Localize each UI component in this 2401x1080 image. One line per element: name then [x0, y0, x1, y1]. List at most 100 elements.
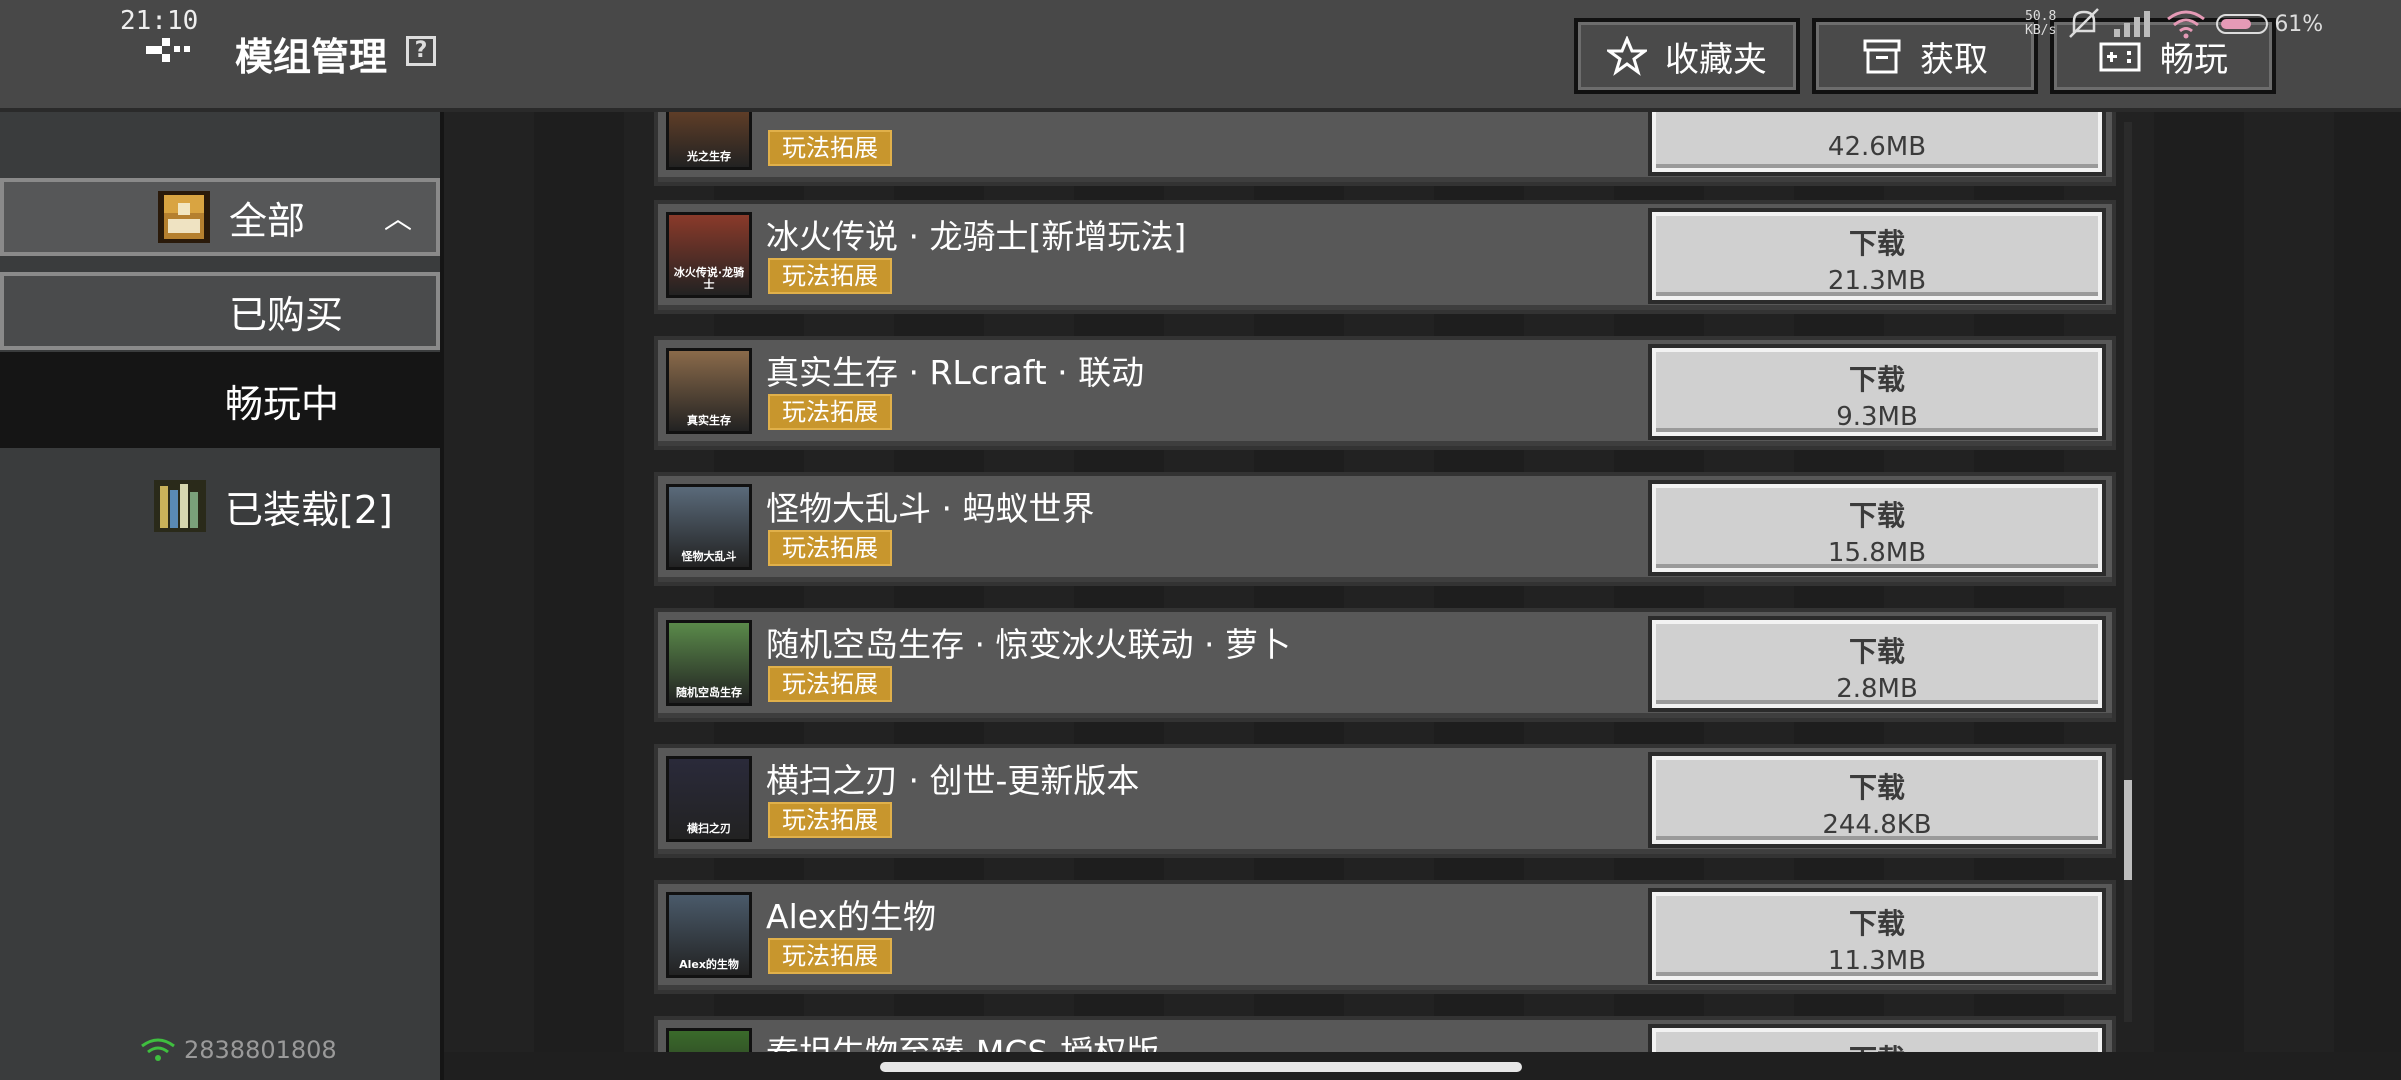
mod-name: 冰火传说 · 龙骑士[新增玩法] — [766, 217, 1187, 256]
user-id-text: 2838801808 — [184, 1036, 337, 1064]
get-button[interactable]: 获取 — [1812, 18, 2038, 94]
sidebar-item-label: 已购买 — [229, 292, 344, 337]
download-button[interactable]: 下载 244.8KB — [1648, 752, 2106, 848]
category-tag: 玩法拓展 — [768, 130, 892, 166]
file-size: 2.8MB — [1836, 674, 1918, 704]
battery-text: 61% — [2274, 11, 2324, 37]
category-tag: 玩法拓展 — [768, 258, 892, 294]
mod-list[interactable]: 光之生存光之生存·纽带与超巨玩法拓展42.6MB冰火传说·龙骑士冰火传说 · 龙… — [654, 112, 2116, 1052]
mod-thumbnail: 泰坦生物至臻 — [666, 1028, 752, 1052]
download-button[interactable]: 下载 2.8MB — [1648, 616, 2106, 712]
mod-thumbnail-caption: 怪物大乱斗 — [681, 550, 737, 563]
file-size: 9.3MB — [1836, 402, 1918, 432]
mod-thumbnail-caption: 冰火传说·龙骑士 — [673, 266, 745, 291]
back-arrow-icon — [146, 38, 190, 62]
battery-icon — [2216, 14, 2269, 34]
user-id: 2838801808 — [140, 1036, 337, 1064]
wifi-icon — [141, 1038, 175, 1061]
question-box-icon[interactable]: ? — [406, 36, 436, 66]
get-label: 获取 — [1920, 39, 1988, 80]
battery: 61% — [2216, 12, 2323, 37]
sidebar-item-playing[interactable]: 畅玩中 — [0, 352, 440, 448]
scrollbar-track[interactable] — [2124, 122, 2132, 1022]
download-button[interactable]: 下载 11.3MB — [1648, 888, 2106, 984]
download-button[interactable]: 下载 21.3MB — [1648, 208, 2106, 304]
wifi-icon — [2167, 10, 2206, 39]
net-speed: 50.8 KB/s — [2025, 10, 2056, 38]
mod-thumbnail: 横扫之刃 — [666, 756, 752, 842]
mod-thumbnail-caption: 光之生存 — [687, 150, 731, 163]
download-label: 下载 — [1848, 635, 1905, 668]
file-size: 42.6MB — [1827, 132, 1927, 162]
scrollbar-thumb[interactable] — [2124, 780, 2132, 880]
mod-card[interactable]: 横扫之刃 横扫之刃 · 创世-更新版本 玩法拓展 下载 244.8KB — [654, 744, 2116, 858]
mod-thumbnail: Alex的生物 — [666, 892, 752, 978]
mod-thumbnail: 冰火传说·龙骑士 — [666, 212, 752, 298]
category-tag: 玩法拓展 — [768, 394, 892, 430]
top-bar: 21:10 模组管理 ? 收藏夹 获取 畅玩 50.8 KB/s 61% — [0, 0, 2401, 112]
page-title: 模组管理 — [235, 35, 388, 79]
sidebar-item-all[interactable]: 全部 ︿ — [0, 178, 440, 256]
download-label: 下载 — [1848, 227, 1905, 260]
sidebar-item-label: 畅玩中 — [225, 381, 340, 426]
back-button[interactable] — [140, 28, 200, 74]
download-label: 下载 — [1652, 1038, 2102, 1052]
mod-card[interactable]: 真实生存 真实生存 · RLcraft · 联动 玩法拓展 下载 9.3MB — [654, 336, 2116, 450]
mod-thumbnail-caption: Alex的生物 — [679, 958, 739, 971]
category-tag: 玩法拓展 — [768, 530, 892, 566]
mod-list-panel: 光之生存光之生存·纽带与超巨玩法拓展42.6MB冰火传说·龙骑士冰火传说 · 龙… — [444, 112, 2401, 1052]
bookshelf-icon — [154, 480, 206, 532]
mod-name: 怪物大乱斗 · 蚂蚁世界 — [766, 489, 1095, 528]
mod-card[interactable]: 冰火传说·龙骑士 冰火传说 · 龙骑士[新增玩法] 玩法拓展 下载 21.3MB — [654, 200, 2116, 314]
mod-card[interactable]: 怪物大乱斗 怪物大乱斗 · 蚂蚁世界 玩法拓展 下载 15.8MB — [654, 472, 2116, 586]
sidebar-item-label: 已装载[2] — [225, 487, 393, 532]
mod-thumbnail-caption: 随机空岛生存 — [676, 686, 742, 699]
sidebar-item-loaded[interactable]: 已装载[2] — [0, 467, 440, 545]
mod-name: Alex的生物 — [766, 897, 936, 936]
status-bar-right: 50.8 KB/s 61% — [2025, 4, 2323, 44]
download-button[interactable]: 下载 — [1648, 1024, 2106, 1052]
favorites-label: 收藏夹 — [1665, 39, 1767, 80]
file-size: 15.8MB — [1827, 538, 1927, 568]
download-button[interactable]: 下载 15.8MB — [1648, 480, 2106, 576]
net-speed-value: 50.8 — [2025, 9, 2057, 24]
mod-name: 横扫之刃 · 创世-更新版本 — [766, 761, 1140, 800]
mod-card[interactable]: 随机空岛生存 随机空岛生存 · 惊变冰火联动 · 萝卜 玩法拓展 下载 2.8MB — [654, 608, 2116, 722]
mod-thumbnail: 怪物大乱斗 — [666, 484, 752, 570]
mod-card[interactable]: 泰坦生物至臻泰坦生物至臻-MCS-授权版 下载 — [654, 1016, 2116, 1052]
category-tag: 玩法拓展 — [768, 938, 892, 974]
mod-thumbnail-caption: 真实生存 — [687, 414, 731, 427]
download-label: 下载 — [1848, 771, 1905, 804]
mod-thumbnail: 随机空岛生存 — [666, 620, 752, 706]
mod-thumbnail-caption: 横扫之刃 — [687, 822, 731, 835]
signal-icon — [2114, 11, 2151, 37]
sidebar-item-bought[interactable]: 已购买 — [0, 272, 440, 350]
mod-card[interactable]: Alex的生物 Alex的生物 玩法拓展 下载 11.3MB — [654, 880, 2116, 994]
star-icon — [1607, 36, 1647, 76]
download-button[interactable]: 下载 9.3MB — [1648, 344, 2106, 440]
mod-name: 泰坦生物至臻-MCS-授权版 — [766, 1026, 1159, 1052]
mod-thumbnail: 真实生存 — [666, 348, 752, 434]
favorites-button[interactable]: 收藏夹 — [1574, 18, 1800, 94]
mute-bell-icon — [2069, 8, 2100, 38]
mod-thumbnail: 光之生存 — [666, 112, 752, 170]
download-label: 下载 — [1848, 363, 1905, 396]
file-size: 11.3MB — [1827, 946, 1927, 976]
mod-name: 随机空岛生存 · 惊变冰火联动 · 萝卜 — [766, 625, 1291, 664]
home-indicator[interactable] — [880, 1062, 1522, 1072]
category-tag: 玩法拓展 — [768, 666, 892, 702]
mod-card[interactable]: 光之生存光之生存·纽带与超巨玩法拓展42.6MB — [654, 112, 2116, 186]
chevron-up-icon: ︿ — [384, 202, 413, 235]
category-tag: 玩法拓展 — [768, 802, 892, 838]
file-size: 21.3MB — [1827, 266, 1927, 296]
mod-name: 真实生存 · RLcraft · 联动 — [766, 353, 1145, 392]
download-button[interactable]: 42.6MB — [1648, 112, 2106, 176]
sidebar-item-label: 全部 — [229, 198, 306, 243]
archive-box-icon — [1863, 39, 1901, 74]
file-size: 244.8KB — [1822, 810, 1932, 840]
download-label: 下载 — [1848, 499, 1905, 532]
chest-icon — [158, 191, 210, 243]
sidebar: 全部 ︿ 已购买 畅玩中 已装载[2] 2838801808 — [0, 112, 444, 1080]
net-speed-unit: KB/s — [2025, 23, 2057, 38]
download-label: 下载 — [1848, 907, 1905, 940]
